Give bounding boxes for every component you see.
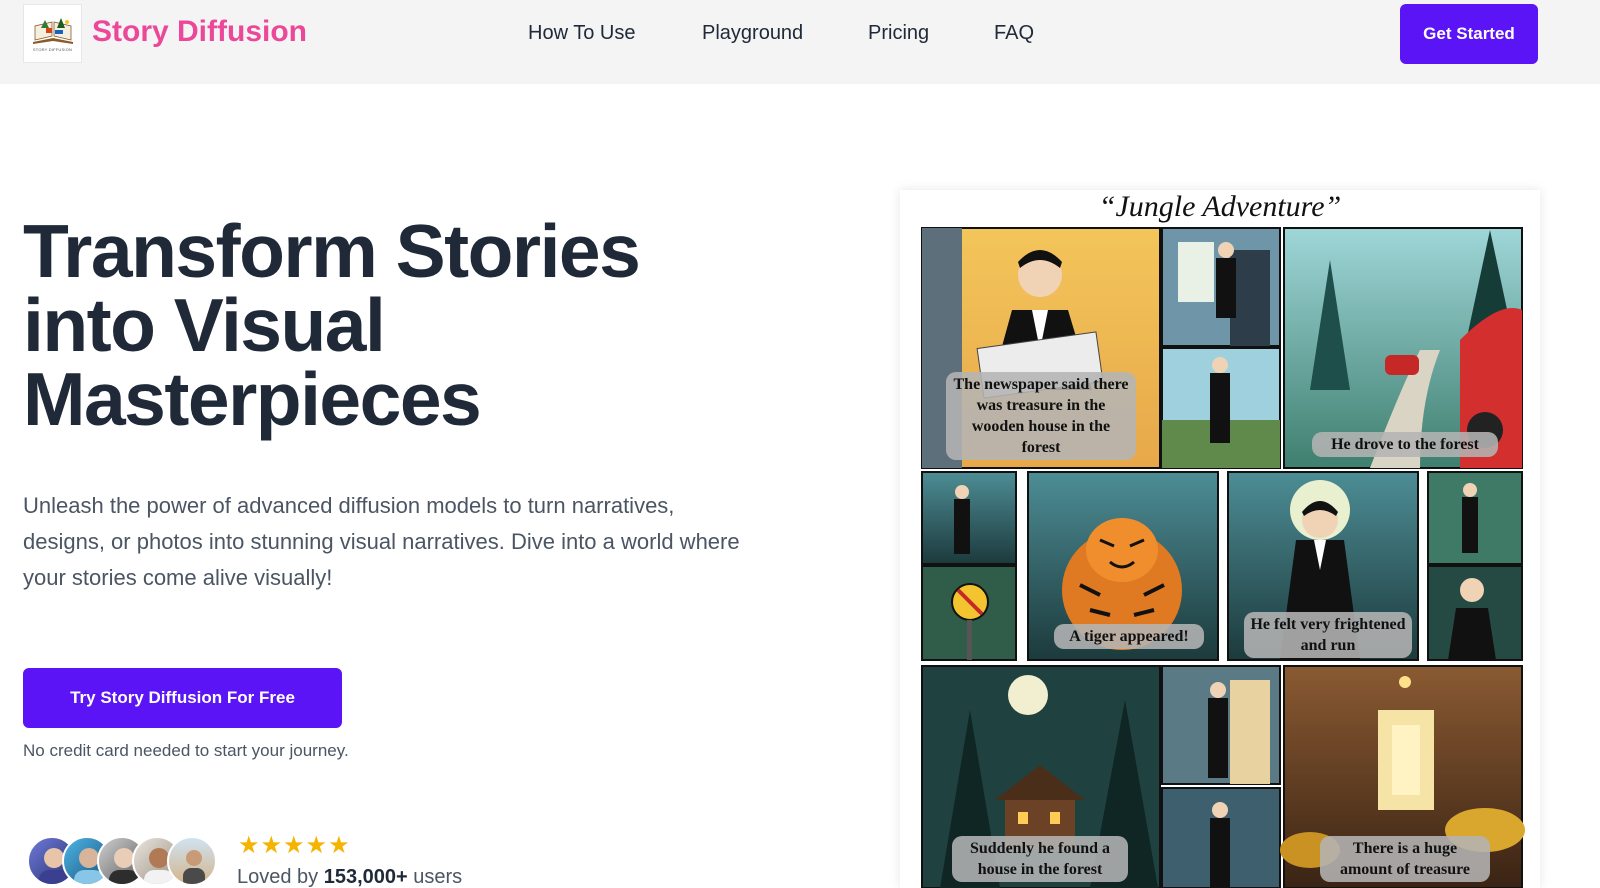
user-avatars [27,836,222,888]
panel-hallway [1161,227,1281,347]
nav-how-to-use[interactable]: How To Use [528,22,635,45]
hero-subtitle: Unleash the power of advanced diffusion … [23,493,740,590]
try-free-button[interactable]: Try Story Diffusion For Free [23,668,342,728]
panel-entering [1161,787,1281,888]
panel-doorway [1161,665,1281,785]
panel-road [1161,347,1281,469]
loved-by-text: Loved by 153,000+ users [237,866,462,888]
book-logo-icon [32,17,73,44]
rating-stars: ★★★★★ [238,832,351,859]
nav-pricing[interactable]: Pricing [868,22,929,45]
hero-title-line-3: Masterpieces [23,357,482,441]
no-credit-card-note: No credit card needed to start your jour… [23,741,349,760]
comic-caption: He felt very frightened and run [1244,612,1412,658]
hero-title-line-1: Transform Stories [23,209,641,293]
brand-name[interactable]: Story Diffusion [92,15,307,49]
panel-small-man-2 [1427,471,1523,565]
nav-playground[interactable]: Playground [702,22,803,45]
hero-title: Transform Stories into Visual Masterpiec… [23,209,783,441]
get-started-button[interactable]: Get Started [1400,4,1538,64]
comic-caption: A tiger appeared! [1054,624,1204,649]
comic-panels [921,227,1525,888]
loved-prefix: Loved by [237,866,324,888]
loved-suffix: users [407,866,463,888]
hero-title-line-2: into Visual [23,283,386,367]
logo[interactable]: STORY DIFFUSION [23,4,82,63]
comic-preview: “Jungle Adventure” The newspaper said th… [900,190,1540,888]
person-icon [183,850,205,884]
nav-faq[interactable]: FAQ [994,22,1034,45]
comic-caption: Suddenly he found a house in the forest [952,836,1128,882]
site-header: STORY DIFFUSION Story Diffusion How To U… [0,0,1600,84]
loved-count: 153,000+ [323,866,408,888]
logo-caption: STORY DIFFUSION [32,46,73,52]
comic-caption: The newspaper said there was treasure in… [946,372,1136,460]
avatar [167,836,217,886]
comic-caption: He drove to the forest [1312,432,1498,457]
panel-small-man-1 [921,471,1017,565]
comic-caption: There is a huge amount of treasure [1320,836,1490,882]
panel-sign [921,565,1017,661]
panel-small-man-3 [1427,565,1523,661]
